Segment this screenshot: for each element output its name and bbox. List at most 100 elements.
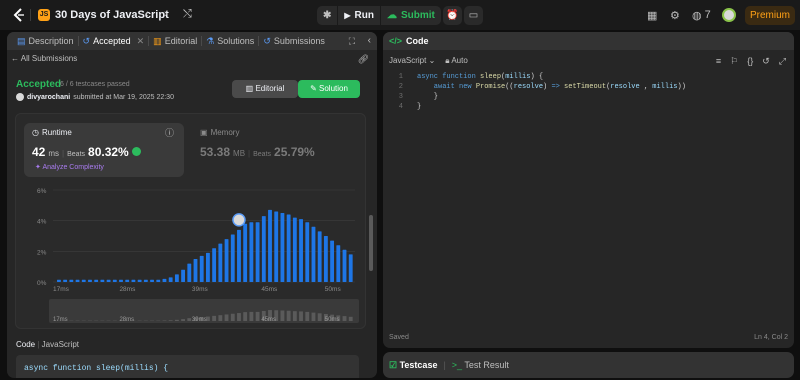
lock-icon: 🔒︎ xyxy=(445,56,450,65)
chart-bar xyxy=(299,219,303,282)
editorial-button[interactable]: ▥ Editorial xyxy=(232,80,298,98)
navigator-tick-label: 50ms xyxy=(325,317,340,323)
chevron-down-icon: ⌄ xyxy=(428,56,436,65)
info-icon[interactable]: ⓘ xyxy=(165,126,174,139)
navigator-bar xyxy=(286,310,291,321)
timer-icon[interactable]: ⏰ xyxy=(443,6,462,25)
run-button[interactable]: ▶ Run xyxy=(338,6,380,25)
gear-icon[interactable]: ⚙ xyxy=(670,9,680,22)
prev-problem-icon[interactable]: ‹ xyxy=(145,8,149,20)
chart-bar xyxy=(243,223,248,282)
tab-accepted[interactable]: ↺ Accepted ✕ xyxy=(79,36,149,47)
chart-bar xyxy=(88,279,92,282)
expand-icon[interactable]: ⤢ xyxy=(779,56,786,67)
chart-bar xyxy=(112,279,117,282)
navigator-bar xyxy=(292,311,297,321)
navigator-bar xyxy=(187,318,192,321)
chart-bar xyxy=(81,279,86,282)
scrollbar[interactable] xyxy=(369,215,373,271)
testcases-passed: 6 / 6 testcases passed xyxy=(60,81,130,88)
back-to-submissions-link[interactable]: ← All Submissions xyxy=(11,54,77,63)
runtime-label: ◷ Runtime xyxy=(32,128,72,137)
code-editor[interactable]: 1 async function sleep(millis) { 2 await … xyxy=(391,72,686,112)
leetcode-logo-icon[interactable] xyxy=(12,8,26,22)
memory-label[interactable]: ▣ Memory xyxy=(200,128,239,137)
chart-bar xyxy=(106,279,111,282)
terminal-icon: >_ xyxy=(451,360,463,370)
chart-bar xyxy=(348,254,353,282)
status-text: Accepted xyxy=(16,79,62,90)
navigator-tick-label: 28ms xyxy=(119,317,134,323)
format-icon[interactable]: ≡ xyxy=(716,56,721,67)
braces-icon[interactable]: {} xyxy=(747,56,753,67)
link-icon[interactable]: 🔗︎ xyxy=(358,54,369,65)
shuffle-icon[interactable]: ⤭ xyxy=(183,8,192,21)
chart-bar xyxy=(261,216,266,282)
navigator-bar xyxy=(181,319,186,321)
book-icon: ▥ xyxy=(153,35,162,46)
tab-editorial[interactable]: ▥ Editorial xyxy=(149,36,201,47)
cursor-position: Ln 4, Col 2 xyxy=(754,334,788,341)
chart-bar xyxy=(193,259,198,282)
bookmark-icon[interactable]: ⚐ xyxy=(730,56,738,67)
tab-testcase[interactable]: ☑ Testcase xyxy=(389,360,437,371)
runtime-value: 42 ms | Beats 80.32% xyxy=(32,145,141,159)
collapse-icon[interactable]: ‹ xyxy=(368,35,371,46)
avatar[interactable] xyxy=(722,8,736,22)
premium-button[interactable]: Premium xyxy=(745,6,795,25)
chart-bar xyxy=(218,243,223,282)
chart-bar xyxy=(119,279,123,282)
x-tick-label: 50ms xyxy=(325,286,342,293)
solution-button[interactable]: ✎ Solution xyxy=(298,80,360,98)
streak-counter[interactable]: ◍ 7 xyxy=(692,9,711,22)
y-tick-label: 4% xyxy=(37,219,47,226)
layout-icon[interactable]: ▦ xyxy=(647,9,657,22)
debug-button[interactable]: ✱ xyxy=(317,6,337,25)
tab-submissions[interactable]: ↺ Submissions xyxy=(259,36,329,47)
code-line: 4} xyxy=(398,103,422,111)
navigator-bar xyxy=(299,311,303,321)
runtime-distribution-chart[interactable]: 6% 4% 2% 0% 17ms 28ms 39ms 45ms 50ms 17ms 28ms 39ms… xyxy=(15,182,366,330)
flask-icon: ⚗ xyxy=(206,35,215,46)
tab-code[interactable]: Code xyxy=(406,36,429,46)
sparkle-icon: ✦ xyxy=(35,164,41,171)
code-line: 1 async function sleep(millis) { xyxy=(398,73,544,81)
top-bar: JS 30 Days of JavaScript ‹ › ⤭ ✱ ▶ Run ☁ S… xyxy=(0,0,800,30)
problem-list-title[interactable]: 30 Days of JavaScript xyxy=(55,9,169,21)
tab-solutions[interactable]: ⚗ Solutions xyxy=(202,36,258,47)
language-select[interactable]: JavaScript ⌄ xyxy=(389,56,435,66)
navigator-bar xyxy=(311,312,316,321)
leaf-icon xyxy=(131,147,141,156)
code-section-header: Code | JavaScript xyxy=(16,340,80,349)
problem-list-icon[interactable]: JS xyxy=(38,9,50,21)
chart-bar xyxy=(187,263,192,282)
next-problem-icon[interactable]: › xyxy=(164,8,168,20)
y-tick-label: 6% xyxy=(37,188,47,195)
notes-icon[interactable]: ▭ xyxy=(464,6,483,25)
chart-bar xyxy=(94,279,99,282)
navigator-bar xyxy=(237,313,241,321)
check-square-icon: ☑ xyxy=(389,359,398,370)
reset-icon[interactable]: ↺ xyxy=(762,56,770,67)
chart-bar xyxy=(230,234,235,282)
tab-description[interactable]: ▤ Description xyxy=(13,36,78,47)
submit-button[interactable]: ☁ Submit xyxy=(381,6,441,25)
chart-bar xyxy=(156,279,161,282)
code-icon: </> xyxy=(389,36,403,46)
submission-author: divyarochani submitted at Mar 19, 2025 2… xyxy=(16,93,174,101)
chart-bar xyxy=(292,217,297,282)
tab-test-result[interactable]: >_ Test Result xyxy=(452,360,509,370)
navigator-bar xyxy=(317,313,322,321)
chart-bar xyxy=(323,236,328,282)
close-icon[interactable]: ✕ xyxy=(137,36,145,47)
navigator-bar xyxy=(342,316,347,321)
code-line: 2 await new Promise((resolve) => setTime… xyxy=(398,83,686,91)
maximize-icon[interactable]: ⛶ xyxy=(349,36,355,47)
chart-bar xyxy=(206,252,210,282)
navigator-bar xyxy=(224,314,229,321)
cloud-upload-icon: ☁ xyxy=(387,10,397,21)
username[interactable]: divyarochani xyxy=(27,94,70,101)
auto-mode[interactable]: 🔒︎ Auto xyxy=(445,56,468,66)
bug-icon: ✱ xyxy=(323,10,332,21)
analyze-complexity-link[interactable]: ✦ Analyze Complexity xyxy=(35,163,104,171)
